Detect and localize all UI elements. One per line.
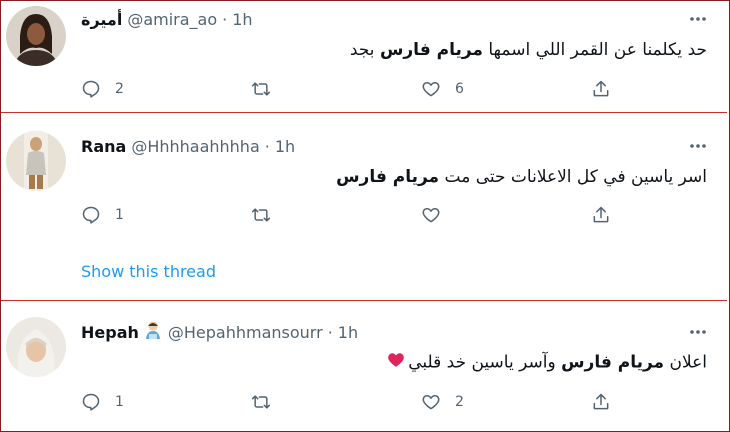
like-button[interactable] — [421, 202, 441, 228]
tweet-text-part: وآسر ياسين خد قلبي — [408, 352, 562, 373]
more-icon[interactable] — [687, 321, 709, 343]
tweet-header: أميرة @amira_ao · 1h — [81, 8, 253, 30]
reply-count: 2 — [115, 81, 124, 97]
separator-dot: · — [327, 322, 333, 342]
reply-button[interactable]: 1 — [81, 202, 124, 228]
retweet-icon — [251, 395, 271, 409]
tweet-header: Rana @Hhhhaahhhha · 1h — [81, 135, 295, 157]
display-name[interactable]: Rana — [81, 137, 126, 156]
like-icon — [422, 395, 440, 410]
retweet-button[interactable] — [251, 76, 271, 102]
reply-button[interactable]: 2 — [81, 76, 124, 102]
tweet-text: اعلان مريام فارس وآسر ياسين خد قلبي — [387, 351, 707, 374]
like-icon — [422, 82, 440, 97]
retweet-button[interactable] — [251, 202, 271, 228]
tweet-text-bold: مريام فارس — [379, 40, 483, 60]
reply-icon — [82, 206, 100, 224]
reply-button[interactable]: 1 — [81, 389, 124, 415]
tweet-text-bold: مريام فارس — [336, 167, 440, 187]
separator-dot: · — [264, 136, 270, 156]
display-name[interactable]: Hepah — [81, 323, 139, 342]
share-icon — [593, 80, 609, 97]
tweet-text-part: اعلان — [664, 352, 707, 373]
like-count: 2 — [455, 394, 464, 410]
avatar[interactable] — [6, 6, 66, 66]
tweet-text-bold: مريام فارس — [561, 352, 665, 373]
retweet-icon — [251, 82, 271, 96]
tweet-actions: 1 — [81, 202, 621, 228]
tweet-text-part: حد يكلمنا عن القمر اللي اسمها — [482, 40, 707, 60]
reply-icon — [82, 393, 100, 411]
share-icon — [593, 206, 609, 223]
like-icon — [422, 208, 440, 223]
avatar[interactable] — [6, 317, 66, 377]
like-button[interactable]: 6 — [421, 76, 464, 102]
timestamp[interactable]: 1h — [338, 323, 358, 342]
heart-emoji-icon — [387, 351, 405, 374]
retweet-button[interactable] — [251, 389, 271, 415]
tweet-text-part: بجد — [349, 40, 380, 60]
tweet-1[interactable]: أميرة @amira_ao · 1h حد يكلمنا عن القمر … — [1, 0, 727, 112]
show-thread-link[interactable]: Show this thread — [81, 262, 216, 281]
share-button[interactable] — [591, 202, 611, 228]
more-icon[interactable] — [687, 135, 709, 157]
display-name[interactable]: أميرة — [81, 10, 122, 29]
tweet-header: Hepah @Hepahhmansourr · 1h — [81, 321, 358, 343]
share-button[interactable] — [591, 76, 611, 102]
like-count: 6 — [455, 81, 464, 97]
tweet-text: اسر ياسين في كل الاعلانات حتى مت مريام ف… — [336, 167, 707, 187]
user-handle[interactable]: @Hhhhaahhhha — [131, 137, 259, 156]
timestamp[interactable]: 1h — [232, 10, 252, 29]
timestamp[interactable]: 1h — [275, 137, 295, 156]
separator-dot: · — [222, 9, 228, 29]
tweet-text: حد يكلمنا عن القمر اللي اسمها مريام فارس… — [350, 40, 707, 60]
avatar[interactable] — [6, 131, 66, 191]
retweet-icon — [251, 208, 271, 222]
more-icon[interactable] — [687, 8, 709, 30]
reply-icon — [82, 80, 100, 98]
like-button[interactable]: 2 — [421, 389, 464, 415]
tweet-actions: 1 2 — [81, 389, 621, 415]
reply-count: 1 — [115, 394, 124, 410]
share-icon — [593, 393, 609, 410]
tweet-text-part: اسر ياسين في كل الاعلانات حتى مت — [439, 167, 707, 187]
tweet-actions: 2 6 — [81, 76, 621, 102]
tweet-3[interactable]: Hepah @Hepahhmansourr · 1h اعلان مريام ف… — [1, 301, 727, 431]
reply-count: 1 — [115, 207, 124, 223]
tweet-2[interactable]: Rana @Hhhhaahhhha · 1h اسر ياسين في كل ا… — [1, 113, 727, 300]
share-button[interactable] — [591, 389, 611, 415]
user-handle[interactable]: @amira_ao — [127, 10, 217, 29]
person-emoji-icon — [143, 320, 163, 344]
user-handle[interactable]: @Hepahhmansourr — [168, 323, 323, 342]
